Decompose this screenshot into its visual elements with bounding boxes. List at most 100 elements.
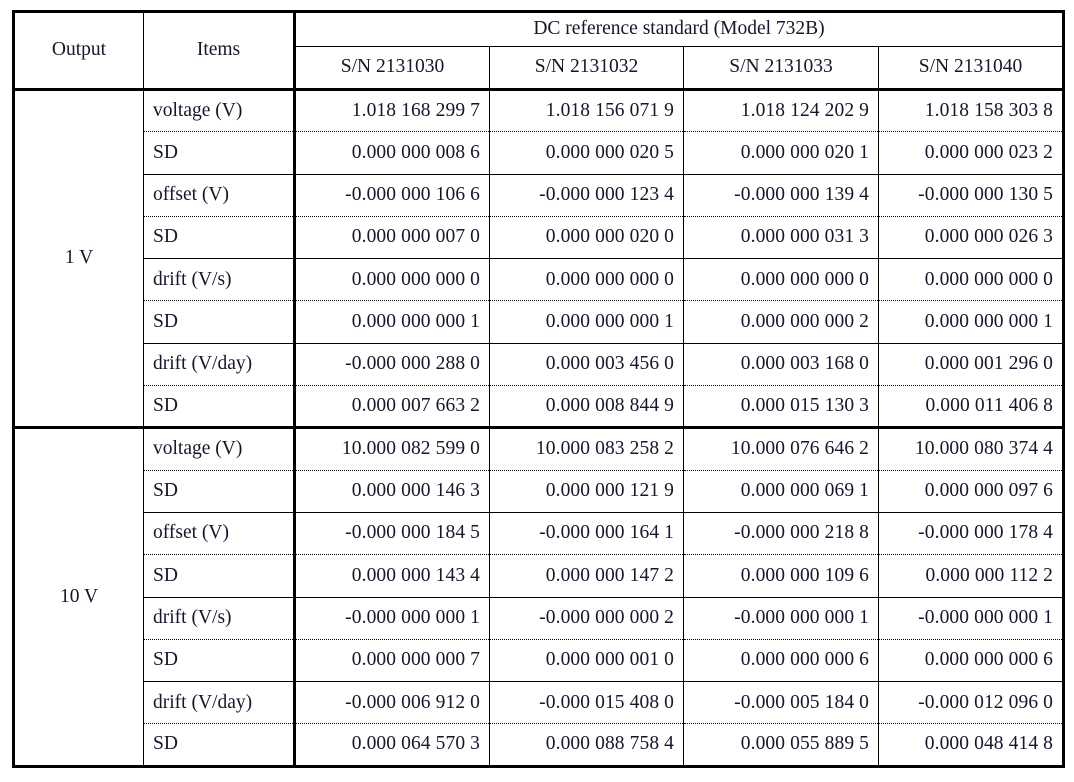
table-row: SD 0.000 000 146 3 0.000 000 121 9 0.000 00…	[14, 470, 1065, 513]
value-cell: 0.000 064 570 3	[294, 723, 490, 768]
value-cell: 0.000 000 000 1	[489, 300, 684, 344]
value-cell: 0.000 000 020 0	[489, 216, 684, 260]
value-cell: 1.018 124 202 9	[683, 89, 879, 133]
value-cell: -0.000 006 912 0	[294, 681, 490, 725]
table-row: SD 0.000 000 000 1 0.000 000 000 1 0.000 00…	[14, 300, 1065, 344]
value-cell: -0.000 000 000 1	[294, 597, 490, 640]
value-cell: 0.000 000 008 6	[294, 131, 490, 175]
value-cell: 0.000 000 000 7	[294, 639, 490, 683]
value-cell: 0.000 000 001 0	[489, 639, 684, 683]
header-serial-2: S/N 2131033	[683, 46, 879, 91]
value-cell: 0.000 000 023 2	[878, 131, 1065, 175]
item-label: drift (V/s)	[143, 258, 296, 302]
item-label: drift (V/s)	[143, 597, 296, 640]
value-cell: 0.000 000 031 3	[683, 216, 879, 260]
value-cell: 0.000 000 097 6	[878, 470, 1065, 513]
value-cell: 0.000 000 000 0	[878, 258, 1065, 302]
item-label: drift (V/day)	[143, 343, 296, 387]
value-cell: 0.000 000 000 0	[294, 258, 490, 302]
item-label: SD	[143, 300, 296, 344]
value-cell: -0.000 000 000 1	[683, 597, 879, 640]
value-cell: 0.000 000 147 2	[489, 554, 684, 598]
value-cell: 0.000 003 168 0	[683, 343, 879, 387]
value-cell: 1.018 156 071 9	[489, 89, 684, 133]
value-cell: -0.000 000 000 2	[489, 597, 684, 640]
item-label: offset (V)	[143, 512, 296, 556]
value-cell: 0.000 000 000 6	[683, 639, 879, 683]
table-row: SD 0.000 007 663 2 0.000 008 844 9 0.000 01…	[14, 385, 1065, 430]
table-row: SD 0.000 000 143 4 0.000 000 147 2 0.000 00…	[14, 554, 1065, 598]
value-cell: 0.000 003 456 0	[489, 343, 684, 387]
value-cell: -0.000 000 164 1	[489, 512, 684, 556]
value-cell: 0.000 008 844 9	[489, 385, 684, 430]
value-cell: -0.000 000 288 0	[294, 343, 490, 387]
value-cell: 0.000 055 889 5	[683, 723, 879, 768]
value-cell: 0.000 088 758 4	[489, 723, 684, 768]
item-label: SD	[143, 216, 296, 260]
header-serial-0: S/N 2131030	[294, 46, 490, 91]
value-cell: 0.000 015 130 3	[683, 385, 879, 430]
value-cell: 10.000 082 599 0	[294, 427, 490, 471]
table-row: SD 0.000 000 008 6 0.000 000 020 5 0.000 00…	[14, 131, 1065, 175]
item-label: SD	[143, 470, 296, 513]
value-cell: 0.000 000 121 9	[489, 470, 684, 513]
value-cell: 0.000 000 000 1	[294, 300, 490, 344]
table-row: SD 0.000 000 007 0 0.000 000 020 0 0.000 00…	[14, 216, 1065, 260]
value-cell: 0.000 000 020 1	[683, 131, 879, 175]
table-row: 1 Vvoltage (V) 1.018 168 299 7 1.018 156 0…	[12, 89, 1065, 430]
value-cell: -0.000 005 184 0	[683, 681, 879, 725]
value-cell: 1.018 168 299 7	[294, 89, 490, 133]
item-label: SD	[143, 723, 296, 768]
value-cell: 0.000 000 000 6	[878, 639, 1065, 683]
value-cell: 0.000 000 026 3	[878, 216, 1065, 260]
header-row-1: Output Items DC reference standard (Mode…	[12, 10, 1065, 91]
header-items: Items	[143, 10, 296, 91]
value-cell: 1.018 158 303 8	[878, 89, 1065, 133]
value-cell: -0.000 000 184 5	[294, 512, 490, 556]
table-row: drift (V/s) 0.000 000 000 0 0.000 000 000 …	[14, 258, 1065, 302]
value-cell: -0.000 000 218 8	[683, 512, 879, 556]
value-cell: 0.000 000 000 2	[683, 300, 879, 344]
value-cell: -0.000 012 096 0	[878, 681, 1065, 725]
table-row: drift (V/day) -0.000 006 912 0 -0.000 015 …	[14, 681, 1065, 725]
value-cell: 10.000 083 258 2	[489, 427, 684, 471]
value-cell: 0.000 000 143 4	[294, 554, 490, 598]
output-group-2: 10 V	[12, 427, 144, 768]
item-label: offset (V)	[143, 174, 296, 217]
table-row: offset (V) -0.000 000 106 6 -0.000 000 123…	[14, 174, 1065, 217]
value-cell: -0.000 000 130 5	[878, 174, 1065, 217]
header-group-dc-reference-standard: DC reference standard (Model 732B)	[294, 10, 1065, 47]
value-cell: -0.000 000 123 4	[489, 174, 684, 217]
item-label: SD	[143, 385, 296, 430]
measurement-table: Output Items DC reference standard (Mode…	[12, 10, 1065, 768]
table-row: SD 0.000 064 570 3 0.000 088 758 4 0.000 05…	[14, 723, 1065, 768]
item-label: SD	[143, 639, 296, 683]
header-serial-3: S/N 2131040	[878, 46, 1065, 91]
item-label: drift (V/day)	[143, 681, 296, 725]
value-cell: 0.000 007 663 2	[294, 385, 490, 430]
table-header: Output Items DC reference standard (Mode…	[12, 10, 1065, 91]
value-cell: 0.000 000 069 1	[683, 470, 879, 513]
table-row: drift (V/day) -0.000 000 288 0 0.000 003 4…	[14, 343, 1065, 387]
value-cell: 0.000 000 109 6	[683, 554, 879, 598]
value-cell: 0.000 011 406 8	[878, 385, 1065, 430]
value-cell: 0.000 000 000 0	[683, 258, 879, 302]
table-row: drift (V/s) -0.000 000 000 1 -0.000 000 00…	[14, 597, 1065, 640]
table-row: SD 0.000 000 000 7 0.000 000 001 0 0.000 00…	[14, 639, 1065, 683]
output-group-1: 1 V	[12, 89, 144, 430]
value-cell: 0.000 000 112 2	[878, 554, 1065, 598]
table-row: offset (V) -0.000 000 184 5 -0.000 000 164…	[14, 512, 1065, 556]
value-cell: -0.000 015 408 0	[489, 681, 684, 725]
item-label: SD	[143, 554, 296, 598]
value-cell: 0.000 000 000 0	[489, 258, 684, 302]
value-cell: 10.000 076 646 2	[683, 427, 879, 471]
value-cell: 0.000 048 414 8	[878, 723, 1065, 768]
page-root: Output Items DC reference standard (Mode…	[0, 0, 1074, 782]
item-label: voltage (V)	[143, 427, 296, 471]
value-cell: 0.000 000 000 1	[878, 300, 1065, 344]
value-cell: 0.000 000 007 0	[294, 216, 490, 260]
value-cell: -0.000 000 139 4	[683, 174, 879, 217]
header-serial-1: S/N 2131032	[489, 46, 684, 91]
value-cell: -0.000 000 106 6	[294, 174, 490, 217]
item-label: SD	[143, 131, 296, 175]
